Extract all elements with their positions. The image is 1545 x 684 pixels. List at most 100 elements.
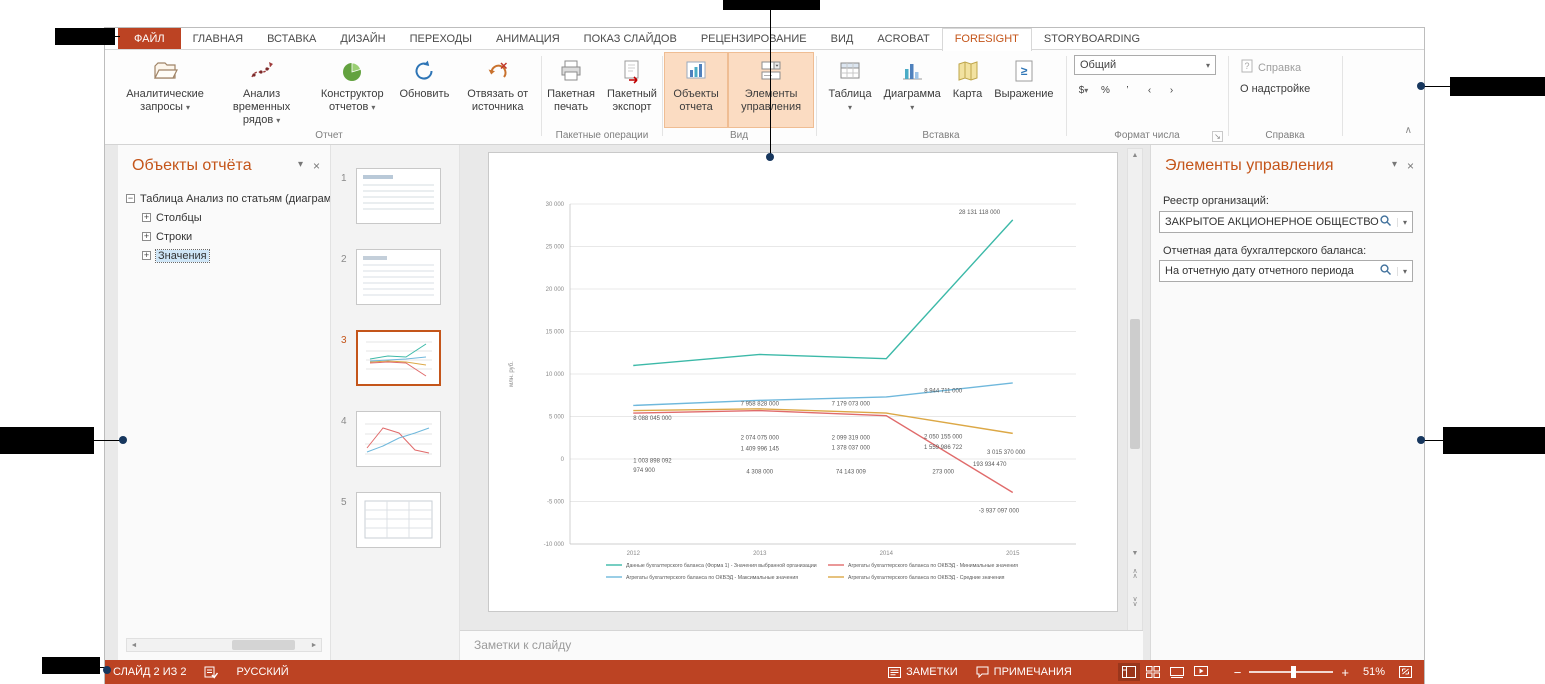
slide-sorter-icon (1146, 666, 1160, 678)
scroll-up-icon[interactable]: ▲ (1128, 149, 1142, 163)
search-icon[interactable] (1379, 263, 1392, 279)
dropdown-caret-icon: ▾ (848, 103, 852, 112)
analytic-queries-button[interactable]: Аналитические запросы ▾ (118, 52, 212, 128)
batch-print-button[interactable]: Пакетная печать (541, 52, 601, 128)
bar-chart-icon (899, 56, 925, 86)
insert-chart-button[interactable]: Диаграмма▾ (878, 52, 947, 128)
expand-node-icon[interactable]: + (142, 213, 151, 222)
panel-menu-caret-icon[interactable]: ▾ (1392, 159, 1397, 173)
panel-close-icon[interactable]: × (1407, 159, 1414, 173)
slide-thumbnail-1[interactable] (356, 168, 441, 224)
dropdown-caret-icon[interactable]: ▾ (1397, 218, 1407, 227)
controls-toggle-button[interactable]: Элементы управления (728, 52, 814, 128)
tab-animation[interactable]: АНИМАЦИЯ (484, 28, 572, 49)
tab-view[interactable]: ВИД (819, 28, 866, 49)
expand-node-icon[interactable]: + (142, 251, 151, 260)
about-addin-button[interactable]: О надстройке (1240, 83, 1310, 95)
reading-view-button[interactable] (1166, 663, 1188, 681)
previous-slide-button[interactable]: ∧∧ (1128, 569, 1142, 579)
slide-thumbnail-4[interactable] (356, 411, 441, 467)
percent-format-button[interactable]: % (1096, 81, 1115, 100)
zoom-in-button[interactable]: + (1341, 665, 1349, 680)
redacted-callout-file-tab (55, 28, 115, 45)
tab-slideshow[interactable]: ПОКАЗ СЛАЙДОВ (572, 28, 689, 49)
zoom-slider-thumb[interactable] (1291, 666, 1296, 678)
slide-sorter-view-button[interactable] (1142, 663, 1164, 681)
svg-text:-3 937 097 000: -3 937 097 000 (979, 509, 1020, 515)
panel-close-icon[interactable]: × (313, 159, 320, 173)
tab-insert[interactable]: ВСТАВКА (255, 28, 328, 49)
scrollbar-thumb[interactable] (1130, 319, 1140, 449)
organizations-registry-combobox[interactable]: ЗАКРЫТОЕ АКЦИОНЕРНОЕ ОБЩЕСТВО "Ц ▾ (1159, 211, 1413, 233)
report-builder-button[interactable]: Конструктор отчетов ▾ (311, 52, 394, 128)
currency-format-button[interactable]: $▾ (1074, 81, 1093, 100)
proofing-icon[interactable] (204, 666, 218, 679)
ribbon-group-report: Аналитические запросы ▾ Анализ временных… (118, 50, 540, 144)
normal-view-button[interactable] (1118, 663, 1140, 681)
svg-text:7 179 073 000: 7 179 073 000 (832, 401, 871, 407)
zoom-slider[interactable] (1249, 671, 1333, 673)
slide-scrollbar[interactable]: ▲ ▼ ∧∧ ∨∨ (1127, 148, 1143, 640)
view-switcher (1118, 663, 1212, 681)
tab-storyboarding[interactable]: STORYBOARDING (1032, 28, 1152, 49)
fit-slide-to-window-button[interactable] (1399, 666, 1412, 678)
tree-item-table[interactable]: − Таблица Анализ по статьям (диаграмма) (118, 189, 330, 208)
tab-file[interactable]: ФАЙЛ (118, 28, 181, 49)
thousands-separator-button[interactable]: ’ (1118, 81, 1137, 100)
number-format-buttons: $▾ % ’ ‹ › (1074, 81, 1181, 100)
expand-node-icon[interactable]: + (142, 232, 151, 241)
help-page-icon: ? (1240, 59, 1254, 76)
decrease-decimal-button[interactable]: ‹ (1140, 81, 1159, 100)
tab-foresight[interactable]: FORESIGHT (942, 28, 1032, 51)
collapse-node-icon[interactable]: − (126, 194, 135, 203)
zoom-level[interactable]: 51% (1363, 666, 1385, 678)
svg-text:Агрегаты бухгалтерского баланс: Агрегаты бухгалтерского баланса по ОКВЭД… (848, 575, 1005, 581)
tab-design[interactable]: ДИЗАЙН (328, 28, 397, 49)
tree-item-rows[interactable]: + Строки (118, 227, 330, 246)
tree-item-columns[interactable]: + Столбцы (118, 208, 330, 227)
tree-item-values[interactable]: + Значения (118, 246, 330, 265)
refresh-button[interactable]: Обновить (394, 52, 456, 128)
slide-thumbnail-2[interactable] (356, 249, 441, 305)
svg-text:20 000: 20 000 (546, 287, 565, 293)
tab-transitions[interactable]: ПЕРЕХОДЫ (398, 28, 484, 49)
report-objects-toggle-button[interactable]: Объекты отчета (664, 52, 728, 128)
svg-text:2 074 075 000: 2 074 075 000 (741, 435, 780, 441)
zoom-out-button[interactable]: − (1234, 665, 1242, 680)
insert-expression-button[interactable]: ≥ Выражение (988, 52, 1059, 128)
dropdown-caret-icon[interactable]: ▾ (1397, 267, 1407, 276)
unbind-source-button[interactable]: Отвязать от источника (455, 52, 540, 128)
callout-line (1424, 86, 1450, 87)
scrollbar-thumb[interactable] (232, 640, 295, 650)
slide-canvas[interactable]: -10 000-5 00005 00010 00015 00020 00025 … (488, 152, 1118, 612)
tab-acrobat[interactable]: ACROBAT (865, 28, 941, 49)
collapse-ribbon-icon[interactable]: ∧ (1405, 125, 1412, 136)
balance-date-combobox[interactable]: На отчетную дату отчетного периода ▾ (1159, 260, 1413, 282)
dialog-launcher-icon[interactable]: ↘ (1212, 131, 1223, 142)
tab-home[interactable]: ГЛАВНАЯ (181, 28, 255, 49)
notes-toggle[interactable]: ЗАМЕТКИ (888, 666, 958, 678)
help-button[interactable]: ? Справка (1240, 59, 1301, 76)
insert-table-button[interactable]: Таблица▾ (822, 52, 877, 128)
scroll-right-icon[interactable]: ► (307, 642, 321, 649)
slideshow-view-button[interactable] (1190, 663, 1212, 681)
scroll-down-icon[interactable]: ▼ (1128, 547, 1142, 561)
horizontal-scrollbar[interactable]: ◄ ► (126, 638, 322, 652)
tab-review[interactable]: РЕЦЕНЗИРОВАНИЕ (689, 28, 819, 49)
panel-title: Элементы управления (1165, 157, 1333, 175)
svg-text:974 900: 974 900 (633, 468, 655, 474)
insert-map-button[interactable]: Карта (947, 52, 988, 128)
slide-thumbnail-3-selected[interactable] (356, 330, 441, 386)
language-indicator[interactable]: РУССКИЙ (236, 666, 288, 678)
slide-thumbnail-5[interactable] (356, 492, 441, 548)
time-series-analysis-button[interactable]: Анализ временных рядов ▾ (212, 52, 311, 128)
number-format-combobox[interactable]: Общий ▾ (1074, 55, 1216, 75)
increase-decimal-button[interactable]: › (1162, 81, 1181, 100)
search-icon[interactable] (1379, 214, 1392, 230)
next-slide-button[interactable]: ∨∨ (1128, 597, 1142, 607)
notes-pane[interactable]: Заметки к слайду (460, 630, 1143, 660)
panel-menu-caret-icon[interactable]: ▾ (298, 159, 303, 173)
scroll-left-icon[interactable]: ◄ (127, 642, 141, 649)
comments-toggle[interactable]: ПРИМЕЧАНИЯ (976, 666, 1072, 678)
batch-export-button[interactable]: Пакетный экспорт (601, 52, 663, 128)
